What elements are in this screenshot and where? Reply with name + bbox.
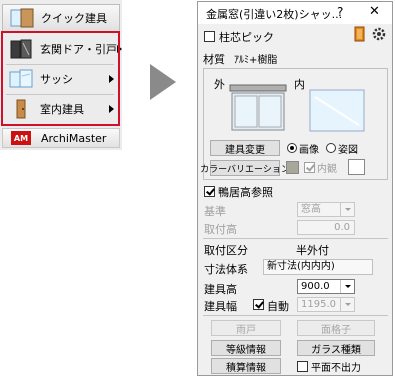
gear-icon[interactable] <box>371 26 387 42</box>
no-plan-output-checkbox[interactable] <box>297 361 308 372</box>
color-variation-button[interactable]: カラーバリエーション <box>200 160 290 176</box>
auto-width-checkbox[interactable] <box>253 299 264 310</box>
fixture-height-value: 900.0 <box>301 281 330 292</box>
inside-preview-image <box>309 89 365 132</box>
fixture-width-select[interactable]: 1195.0 <box>297 297 355 312</box>
separator <box>203 315 388 316</box>
separator <box>203 238 388 239</box>
pillar-pick-label: 柱芯ピック <box>219 31 274 44</box>
change-fixture-button[interactable]: 建具変更 <box>210 140 280 156</box>
chevron-down-icon <box>340 298 354 311</box>
base-label: 基準 <box>204 205 226 218</box>
auto-width-label: 自動 <box>267 300 289 313</box>
fixture-dialog: 金属窓(引違い2枚)シャッ... ? ✕ 柱芯ピック 材質 ｱﾙﾐ+樹脂 外 内… <box>197 1 393 376</box>
radio-view[interactable] <box>326 143 336 153</box>
highlight-frame <box>1 31 120 126</box>
inside-view-label: 内観 <box>317 164 337 175</box>
dimension-system-field: 新寸法(内内内) <box>263 259 373 275</box>
surface-grille-button[interactable]: 面格子 <box>297 320 375 336</box>
menu-item-archimaster[interactable]: AM ArchiMaster <box>2 128 120 148</box>
menu-item-quick-fixture[interactable]: クイック建具 <box>2 4 120 32</box>
inside-view-checkbox[interactable] <box>304 162 315 173</box>
quick-fixture-icon <box>9 7 35 29</box>
material-value: ｱﾙﾐ+樹脂 <box>234 55 278 66</box>
base-value: 窓高 <box>301 204 321 215</box>
pillar-pick-checkbox[interactable] <box>204 31 215 42</box>
dimension-system-label: 寸法体系 <box>204 263 248 276</box>
fixture-height-select[interactable]: 900.0 <box>297 279 355 294</box>
mount-height-input[interactable]: 0.0 <box>297 220 355 235</box>
base-select[interactable]: 窓高 <box>297 202 355 217</box>
grade-info-button[interactable]: 等級情報 <box>211 340 281 356</box>
close-button[interactable]: ✕ <box>369 4 380 19</box>
no-plan-output-label: 平面不出力 <box>311 363 361 374</box>
radio-image[interactable] <box>287 143 297 153</box>
archimaster-logo-text: AM <box>11 131 31 145</box>
material-label: 材質 <box>203 53 225 66</box>
glass-type-button[interactable]: ガラス種類 <box>297 340 375 356</box>
fixture-height-label: 建具高 <box>204 283 237 296</box>
dialog-titlebar: 金属窓(引違い2枚)シャッ... ? ✕ <box>198 2 392 24</box>
help-button[interactable]: ? <box>337 5 343 19</box>
mount-height-label: 取付高 <box>204 223 237 236</box>
rain-door-button[interactable]: 雨戸 <box>211 320 281 336</box>
head-height-label: 鴨居高参照 <box>218 186 273 199</box>
flow-arrow-icon <box>150 64 176 100</box>
inside-color-swatch[interactable] <box>348 159 365 175</box>
radio-view-label: 姿図 <box>338 145 358 156</box>
inside-label: 内 <box>294 78 305 91</box>
fixture-width-value: 1195.0 <box>301 299 336 310</box>
outside-preview-image <box>229 84 287 132</box>
outside-label: 外 <box>214 78 225 91</box>
estimate-info-button[interactable]: 積算情報 <box>211 358 281 374</box>
menu-item-label: クイック建具 <box>41 12 107 25</box>
fixture-library-icon[interactable] <box>353 26 367 42</box>
radio-image-label: 画像 <box>299 145 319 156</box>
color-swatch[interactable] <box>286 161 299 174</box>
menu-item-label: ArchiMaster <box>41 131 107 145</box>
dialog-title: 金属窓(引違い2枚)シャッ... <box>206 8 343 21</box>
head-height-checkbox[interactable] <box>204 186 215 197</box>
fixture-width-label: 建具幅 <box>204 300 237 313</box>
mount-type-value: 半外付 <box>296 244 329 257</box>
mount-type-label: 取付区分 <box>204 244 248 257</box>
archimaster-logo-icon: AM <box>9 131 35 145</box>
chevron-down-icon <box>340 203 354 216</box>
chevron-down-icon <box>340 280 354 293</box>
